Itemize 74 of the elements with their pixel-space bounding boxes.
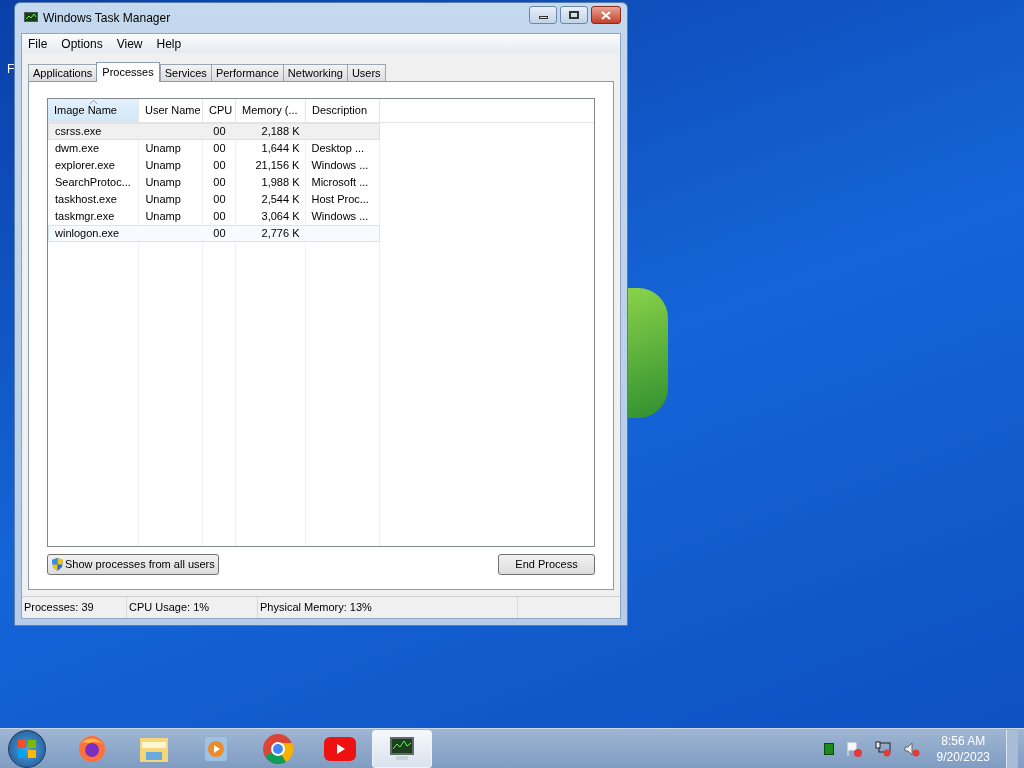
menu-item[interactable]: Options (55, 34, 109, 53)
minimize-button[interactable] (529, 6, 557, 24)
table-cell: 2,188 K (261, 125, 300, 138)
process-row[interactable]: SearchProtoc... Unamp 00 1,988 K Microsoft ... (48, 174, 380, 191)
process-row[interactable]: dwm.exe Unamp 00 1,644 K Desktop ... (48, 140, 380, 157)
column-header[interactable]: Image Name (48, 99, 139, 122)
table-cell: 00 (213, 125, 226, 138)
table-cell: 00 (213, 227, 226, 240)
menu-item[interactable]: Help (150, 34, 188, 53)
table-cell: SearchProtoc... (55, 176, 131, 189)
tab[interactable]: Processes (96, 62, 160, 82)
show-all-processes-button[interactable]: Show processes from all users (47, 554, 219, 575)
table-cell: 3,064 K (261, 210, 300, 223)
table-cell: 1,644 K (261, 142, 300, 155)
table-cell: 00 (213, 210, 226, 223)
firefox-icon (77, 733, 107, 764)
table-cell: csrss.exe (55, 125, 102, 138)
sort-up-icon (90, 100, 97, 104)
monitor-icon (387, 734, 417, 763)
video-play-icon (324, 736, 356, 761)
start-button[interactable] (8, 729, 46, 768)
monitor-icon (23, 11, 39, 25)
maximize-button[interactable] (560, 6, 588, 24)
table-cell: 00 (213, 142, 226, 155)
table-cell: Desktop ... (311, 142, 365, 155)
end-process-button[interactable]: End Process (498, 554, 595, 575)
taskbar-app-button[interactable] (372, 729, 432, 768)
table-cell: 00 (213, 159, 226, 172)
tab[interactable]: Services (159, 64, 212, 81)
status-text: CPU Usage: 1% (129, 600, 210, 616)
table-cell: Unamp (145, 142, 181, 155)
table-cell: taskhost.exe (55, 193, 117, 206)
desktop-icon-label[interactable]: F (7, 60, 15, 78)
table-cell: Host Proc... (311, 193, 369, 206)
tab[interactable]: Networking (282, 64, 348, 81)
flag-error-icon[interactable] (845, 740, 863, 757)
tab[interactable]: Users (346, 64, 386, 81)
window-title: Windows Task Manager (43, 10, 171, 27)
tray-app-icon[interactable] (823, 742, 834, 755)
process-row[interactable]: taskhost.exe Unamp 00 2,544 K Host Proc... (48, 191, 380, 208)
table-cell: dwm.exe (55, 142, 100, 155)
table-cell: 2,544 K (261, 193, 300, 206)
shield-icon (51, 557, 64, 572)
table-cell: 1,988 K (261, 176, 300, 189)
table-cell: 00 (213, 176, 226, 189)
table-cell: Unamp (145, 176, 181, 189)
table-cell: taskmgr.exe (55, 210, 115, 223)
table-cell: Unamp (145, 210, 181, 223)
menu-item[interactable]: File (22, 34, 54, 53)
process-row[interactable]: winlogon.exe 00 2,776 K (48, 225, 380, 242)
table-cell: 21,156 K (255, 159, 300, 172)
table-cell: 2,776 K (261, 227, 300, 240)
status-text: Processes: 39 (24, 600, 94, 616)
close-icon (601, 10, 611, 20)
table-cell: winlogon.exe (55, 227, 120, 240)
tab[interactable]: Performance (210, 64, 284, 81)
process-row[interactable]: csrss.exe 00 2,188 K (48, 123, 380, 140)
table-cell: 00 (213, 193, 226, 206)
process-row[interactable]: taskmgr.exe Unamp 00 3,064 K Windows ... (48, 208, 380, 225)
menu-item[interactable]: View (110, 34, 149, 53)
browser-icon (262, 732, 294, 765)
close-button[interactable] (591, 6, 621, 24)
tab[interactable]: Applications (28, 64, 98, 81)
windows-logo-icon (18, 739, 36, 758)
table-cell: Microsoft ... (311, 176, 369, 189)
speaker-muted-icon[interactable] (903, 740, 921, 757)
network-error-icon[interactable] (874, 740, 892, 757)
table-cell: Windows ... (311, 159, 369, 172)
table-cell: Unamp (145, 159, 181, 172)
table-cell: Windows ... (311, 210, 369, 223)
table-cell: explorer.exe (55, 159, 115, 172)
status-text: Physical Memory: 13% (260, 600, 372, 616)
table-cell: Unamp (145, 193, 181, 206)
process-row[interactable]: explorer.exe Unamp 00 21,156 K Windows ... (48, 157, 380, 174)
